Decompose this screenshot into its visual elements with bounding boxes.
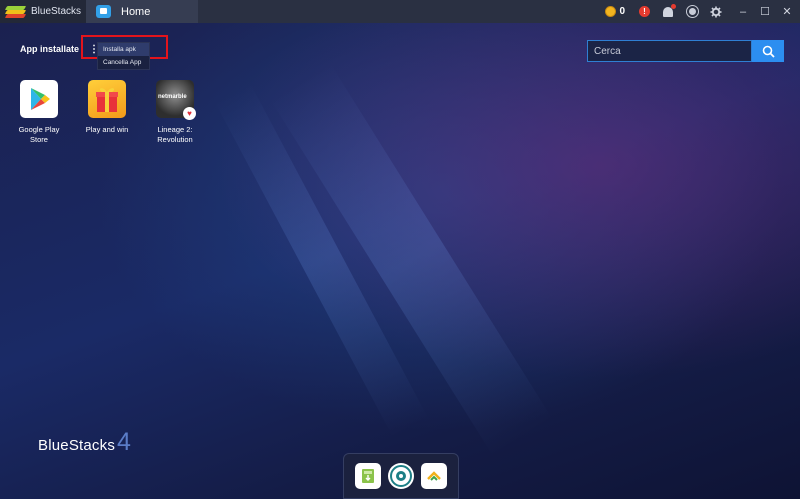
tab-home[interactable]: Home: [86, 0, 198, 23]
brand: BlueStacks: [0, 0, 86, 23]
app-label: Lineage 2: Revolution: [157, 125, 193, 144]
google-play-icon: [20, 80, 58, 118]
more-apps-icon[interactable]: [420, 463, 447, 489]
app-play-and-win[interactable]: Play and win: [77, 80, 137, 135]
search-button[interactable]: [752, 40, 784, 62]
close-button[interactable]: ✕: [778, 5, 796, 18]
heart-badge-icon: ♥: [183, 107, 196, 120]
menu-item-install-apk[interactable]: Installa apk: [98, 43, 149, 56]
watermark-version: 4: [117, 428, 131, 456]
coin-icon[interactable]: [605, 6, 617, 17]
home-icon: [96, 5, 111, 18]
coin-count: 0: [619, 6, 625, 17]
search-bar: [587, 40, 784, 62]
maximize-button[interactable]: ☐: [756, 5, 774, 18]
apk-installer-icon[interactable]: [355, 463, 382, 489]
alert-icon[interactable]: !: [639, 6, 650, 17]
search-input[interactable]: [587, 40, 752, 62]
notification-bell-icon[interactable]: [662, 3, 676, 18]
tab-home-label: Home: [121, 5, 151, 18]
search-icon: [762, 45, 775, 58]
title-bar: BlueStacks Home 0 ! – ☐ ✕: [0, 0, 800, 23]
titlebar-actions: 0 ! – ☐ ✕: [605, 0, 800, 23]
account-avatar-icon[interactable]: [686, 6, 698, 18]
home-screen: App installate ⋮ Installa apk Cancella A…: [0, 23, 800, 499]
camera-app-icon[interactable]: [387, 463, 414, 489]
minimize-button[interactable]: –: [734, 6, 752, 18]
app-google-play-store[interactable]: Google Play Store: [9, 80, 69, 145]
options-menu: Installa apk Cancella App: [97, 42, 150, 70]
installed-apps-title: App installate: [20, 44, 80, 54]
bluestacks-logo-icon: [4, 5, 27, 18]
app-label: Google Play Store: [18, 125, 60, 144]
menu-item-delete-app[interactable]: Cancella App: [98, 56, 149, 69]
app-lineage-2[interactable]: netmarble ♥ Lineage 2: Revolution: [145, 80, 205, 145]
gift-icon: [88, 80, 126, 118]
app-label: Play and win: [85, 125, 129, 134]
netmarble-label: netmarble: [158, 94, 187, 100]
settings-gear-icon[interactable]: [710, 6, 722, 18]
bluestacks-watermark: BlueStacks 4: [38, 428, 131, 456]
watermark-text: BlueStacks: [38, 437, 116, 454]
lineage-icon: netmarble ♥: [156, 80, 196, 120]
app-name: BlueStacks: [31, 6, 82, 17]
bottom-dock: [343, 453, 459, 499]
